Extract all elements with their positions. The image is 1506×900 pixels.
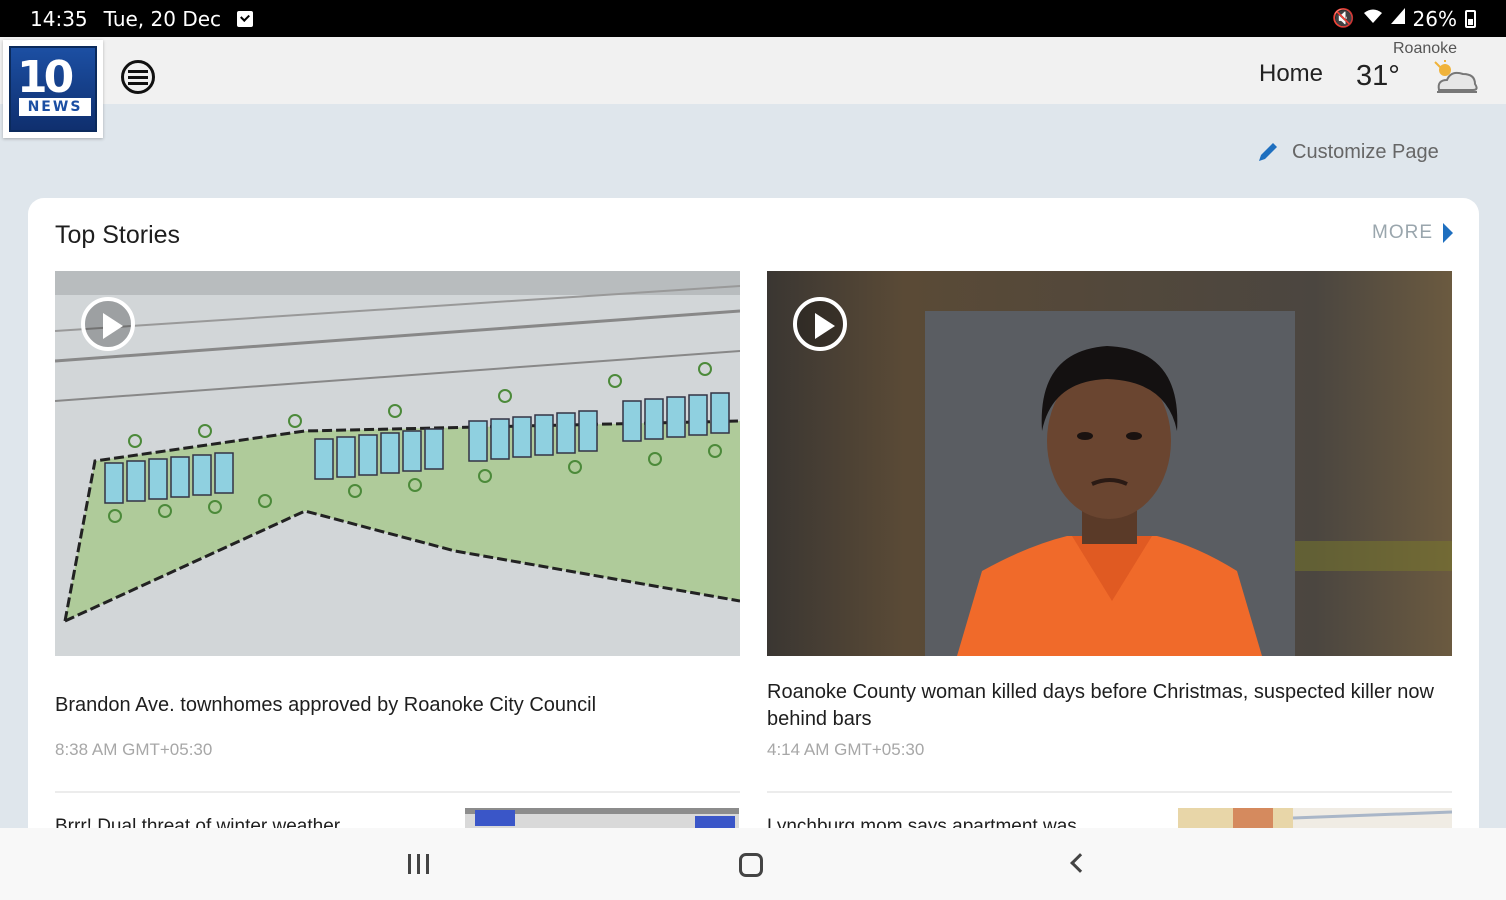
pencil-icon (1259, 143, 1277, 161)
home-button-icon[interactable] (739, 853, 763, 877)
customize-page-link[interactable]: Customize Page (1256, 140, 1439, 164)
story-headline[interactable]: Roanoke County woman killed days before … (767, 679, 1447, 733)
weather-temperature[interactable]: 31° (1356, 60, 1400, 93)
mugshot-image (767, 271, 1452, 656)
more-link[interactable]: MORE (1372, 222, 1453, 244)
play-video-icon[interactable] (81, 297, 135, 351)
logo-badge: 10 NEWS (9, 46, 97, 132)
customize-page-label: Customize Page (1292, 140, 1439, 163)
story-headline-partial[interactable]: Brrr! Dual threat of winter weather (55, 816, 455, 828)
site-plan-image (55, 271, 740, 656)
logo-number: 10 (17, 52, 74, 103)
nav-home-label[interactable]: Home (1259, 60, 1323, 88)
wifi-icon (1363, 8, 1383, 29)
logo-text: NEWS (19, 98, 91, 116)
apartment-thumbnail (1178, 808, 1452, 828)
status-bar: 14:35 Tue, 20 Dec 🔇 26% (0, 0, 1506, 37)
signal-icon (1390, 8, 1405, 29)
section-title: Top Stories (55, 221, 181, 249)
chevron-right-icon (1443, 223, 1453, 243)
recent-apps-icon[interactable] (408, 854, 429, 874)
story-headline[interactable]: Brandon Ave. townhomes approved by Roano… (55, 692, 735, 719)
hamburger-menu-icon[interactable] (121, 60, 155, 94)
story-time: 8:38 AM GMT+05:30 (55, 740, 213, 759)
mute-icon: 🔇 (1332, 8, 1355, 29)
divider (55, 791, 740, 793)
partly-cloudy-icon[interactable] (1433, 60, 1479, 94)
station-logo[interactable]: 10 NEWS (3, 40, 103, 138)
notification-check-icon (237, 10, 254, 27)
weather-map-thumbnail (465, 808, 739, 828)
divider (767, 791, 1452, 793)
battery-icon (1465, 9, 1476, 28)
battery-level: 26% (1412, 6, 1457, 31)
story-headline-partial[interactable]: Lynchburg mom says apartment was (767, 816, 1167, 828)
story-image-suspect[interactable] (767, 271, 1452, 656)
weather-city: Roanoke (1393, 40, 1458, 57)
play-video-icon[interactable] (793, 297, 847, 351)
status-time: 14:35 (30, 6, 88, 31)
story-thumbnail-partial[interactable] (1178, 808, 1452, 828)
story-thumbnail-partial[interactable] (465, 808, 739, 828)
more-label: MORE (1372, 222, 1433, 243)
story-image-townhomes[interactable] (55, 271, 740, 656)
story-time: 4:14 AM GMT+05:30 (767, 740, 925, 759)
status-date: Tue, 20 Dec (103, 6, 222, 31)
